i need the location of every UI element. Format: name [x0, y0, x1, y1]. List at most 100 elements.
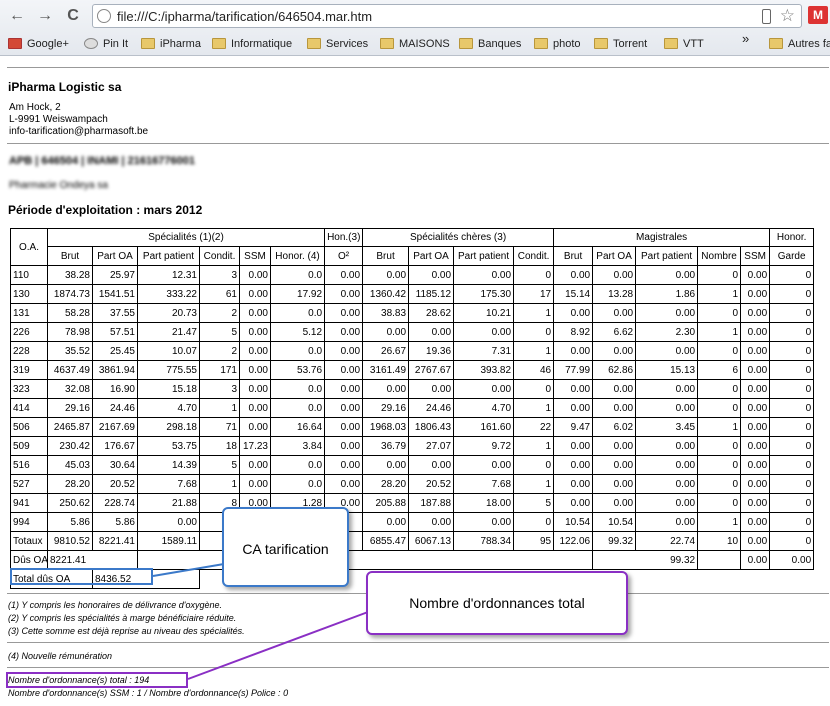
table-cell: 0.00 [453, 322, 515, 342]
table-cell: 21.88 [137, 493, 200, 513]
table-cell: 298.18 [137, 417, 200, 437]
footnote-2: (2) Y compris les spécialités à marge bé… [8, 613, 237, 623]
nb-ordonnances-ssm-police: Nombre d'ordonnance(s) SSM : 1 / Nombre … [8, 688, 289, 698]
table-cell: 0.00 [324, 379, 364, 399]
header-specialites: Spécialités (1)(2) [46, 228, 326, 247]
table-row: 323 32.08 16.90 15.18 3 0.00 0.0 0.00 0.00 0.00 0.… [10, 379, 815, 399]
periode-title: Période d'exploitation : mars 2012 [8, 203, 203, 217]
table-cell: 0.00 [362, 265, 410, 285]
forward-arrow-icon[interactable]: → [34, 5, 56, 27]
bookmarks-overflow-chevron-icon[interactable]: » [742, 31, 749, 47]
subheader-cell: Nombre [697, 246, 742, 266]
table-cell: 0.00 [239, 474, 271, 494]
table-cell: 0 [769, 322, 815, 342]
bookmark-pin-it[interactable]: Pin It [84, 36, 128, 52]
back-arrow-icon[interactable]: ← [6, 5, 28, 27]
table-cell: 29.16 [362, 398, 410, 418]
table-row: 110 38.28 25.97 12.31 3 0.00 0.0 0.00 0.00 0.00 0.… [10, 265, 815, 285]
bookmark-autres-favoris[interactable]: Autres fa [769, 36, 830, 52]
table-row: 506 2465.87 2167.69 298.18 71 0.00 16.64 0.00 19… [10, 417, 815, 437]
table-cell: 0.00 [408, 379, 455, 399]
table-cell: 0.00 [740, 512, 771, 532]
bookmark-photo[interactable]: photo [534, 36, 581, 52]
table-cell: 0.00 [635, 474, 699, 494]
header-specialites-cheres: Spécialités chères (3) [362, 228, 555, 247]
address-line-1: Am Hock, 2 [9, 102, 61, 113]
bookmark-vtt[interactable]: VTT [664, 36, 704, 52]
table-cell: 62.86 [592, 360, 637, 380]
folder-icon [769, 38, 783, 49]
table-cell: 7.68 [137, 474, 200, 494]
bookmark-informatique[interactable]: Informatique [212, 36, 292, 52]
table-cell: 0.00 [324, 265, 364, 285]
table-cell: 0.00 [635, 379, 699, 399]
device-icon[interactable] [762, 9, 771, 24]
google-plus-icon [8, 38, 22, 49]
table-cell: 0.00 [324, 360, 364, 380]
table-cell: 0 [769, 474, 815, 494]
table-cell: 0.00 [362, 455, 410, 475]
table-cell: 3161.49 [362, 360, 410, 380]
bookmark-ipharma[interactable]: iPharma [141, 36, 201, 52]
bookmark-torrent[interactable]: Torrent [594, 36, 647, 52]
table-cell: 18 [199, 436, 240, 456]
table-cell: 1968.03 [362, 417, 410, 437]
table-cell: 0.00 [740, 417, 771, 437]
table-row: 994 5.86 5.86 0.00 0.00 0.00 0.00 0 10.54 10.54 0.… [10, 512, 815, 532]
oa-code-cell: 527 [10, 474, 48, 494]
address-bar[interactable]: file:///C:/ipharma/tarification/646504.m… [92, 4, 802, 28]
bookmark-banques[interactable]: Banques [459, 36, 521, 52]
reload-icon[interactable]: C [62, 5, 84, 27]
gmail-icon[interactable]: M [808, 6, 828, 24]
table-cell: 1806.43 [408, 417, 455, 437]
table-cell: 77.99 [553, 360, 594, 380]
folder-icon [534, 38, 548, 49]
oa-code-cell: 226 [10, 322, 48, 342]
totals-sc-part-oa: 6067.13 [408, 531, 455, 551]
url-text[interactable]: file:///C:/ipharma/tarification/646504.m… [117, 9, 372, 24]
table-cell: 28.20 [47, 474, 93, 494]
header-honor: Honor. [769, 228, 815, 247]
table-cell: 0.00 [592, 379, 637, 399]
table-cell: 1 [697, 417, 742, 437]
bookmark-star-icon[interactable]: ☆ [780, 6, 795, 26]
table-cell: 15.14 [553, 284, 594, 304]
bookmark-google-plus[interactable]: Google+ [8, 36, 69, 52]
table-cell: 24.46 [92, 398, 138, 418]
header-magistrales: Magistrales [553, 228, 771, 247]
table-cell: 37.55 [92, 303, 138, 323]
table-cell: 61 [199, 284, 240, 304]
subheader-cell: SSM [740, 246, 771, 266]
divider [7, 667, 829, 668]
table-cell: 28.20 [362, 474, 410, 494]
table-cell: 14.39 [137, 455, 200, 475]
table-row: 228 35.52 25.45 10.07 2 0.00 0.0 0.00 26.67 19.36… [10, 341, 815, 361]
table-cell: 29.16 [47, 398, 93, 418]
table-cell: 17.92 [269, 284, 326, 304]
table-cell: 3.84 [269, 436, 326, 456]
table-cell: 0 [513, 265, 555, 285]
browser-toolbar: ← → C file:///C:/ipharma/tarification/64… [0, 0, 830, 56]
bookmark-services[interactable]: Services [307, 36, 368, 52]
pin-icon [84, 38, 98, 49]
table-cell: 0.00 [592, 265, 637, 285]
table-cell: 0.00 [324, 474, 364, 494]
totals-m-part-patient: 22.74 [635, 531, 699, 551]
callout-nb-ordonnances: Nombre d'ordonnances total [366, 571, 628, 635]
table-cell: 53.76 [269, 360, 326, 380]
bookmark-maisons[interactable]: MAISONS [380, 36, 450, 52]
callout-ca-tarification: CA tarification [222, 507, 349, 587]
table-cell: 0.00 [635, 303, 699, 323]
pharmacy-id-blurred: APB | 646504 | INAMI | 21616776001 [9, 155, 195, 167]
table-cell: 1 [697, 322, 742, 342]
table-cell: 0.00 [324, 455, 364, 475]
table-cell: 176.67 [92, 436, 138, 456]
folder-icon [594, 38, 608, 49]
table-cell: 0.00 [635, 265, 699, 285]
folder-icon [380, 38, 394, 49]
table-cell: 16.64 [269, 417, 326, 437]
table-cell: 0 [769, 360, 815, 380]
table-cell: 5 [513, 493, 555, 513]
table-cell: 19.36 [408, 341, 455, 361]
table-cell: 0.00 [553, 455, 594, 475]
